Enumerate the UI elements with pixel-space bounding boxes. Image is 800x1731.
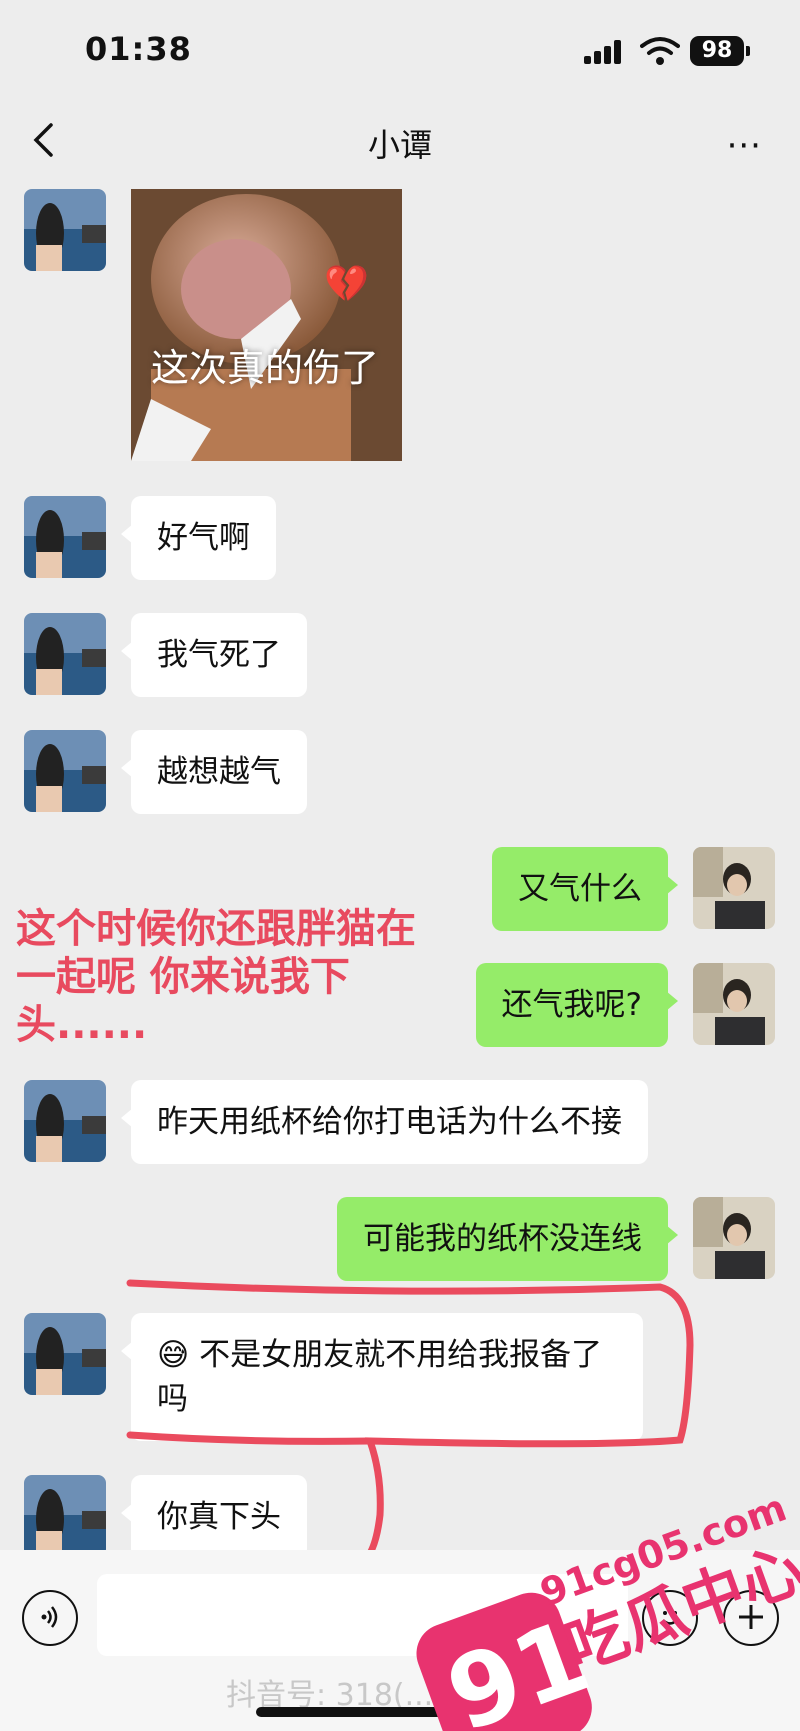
more-options-button[interactable]: ··· <box>727 126 762 166</box>
voice-icon <box>41 1606 58 1628</box>
chat-area[interactable]: 💔 这次真的伤了 好气啊 我气死了 越想越气 又气什么 还气我呢? 昨天用纸杯给… <box>0 185 800 1559</box>
chat-header: 小谭 ··· <box>0 100 800 185</box>
status-bar: 01:38 98 <box>0 0 800 100</box>
site-logo: 91 吃瓜中心 91cg05.com <box>416 1485 800 1731</box>
cellular-signal-icon <box>584 40 624 64</box>
wifi-icon <box>640 37 680 65</box>
annotation-line: 这个时候你还跟胖猫在 <box>16 906 416 952</box>
annotation-line: 一起呢 你来说我下头...... <box>16 954 350 1048</box>
chat-title: 小谭 <box>367 126 432 164</box>
voice-button[interactable] <box>22 1590 78 1646</box>
status-time: 01:38 <box>85 30 192 68</box>
highlight-scribble <box>126 1279 694 1550</box>
battery-indicator: 98 <box>690 36 750 66</box>
annotation-text: 这个时候你还跟胖猫在 一起呢 你来说我下头...... <box>16 905 476 1049</box>
